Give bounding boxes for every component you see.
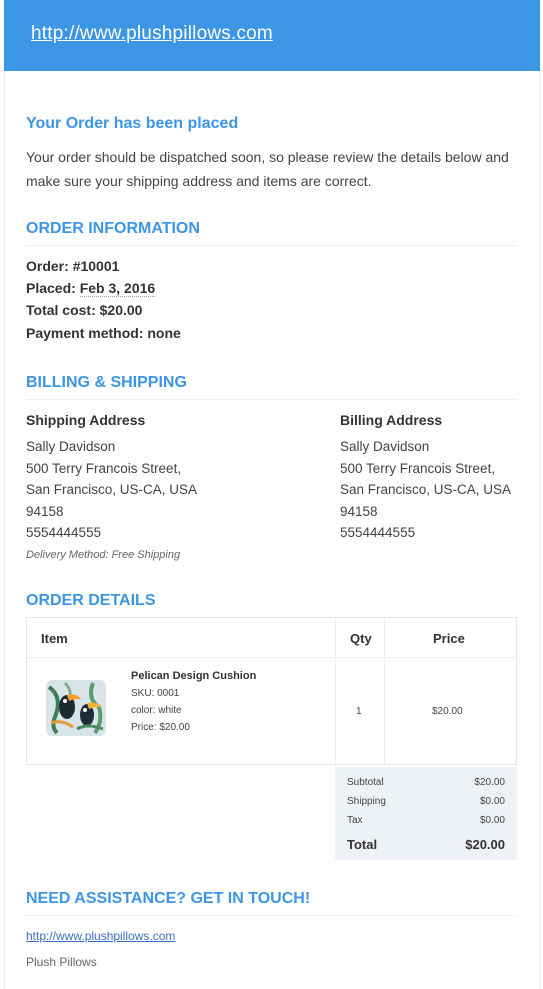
billing-address: Billing Address Sally Davidson 500 Terry… [340,410,511,544]
order-total-cost: Total cost: $20.00 [26,302,142,318]
column-header-price: Price [433,631,465,646]
grand-total-value: $20.00 [465,837,505,852]
section-divider [26,399,517,400]
billing-address-line: 500 Terry Francois Street, [340,460,496,476]
product-name[interactable]: Pelican Design Cushion [131,670,256,682]
order-number-label: Order: [26,258,69,274]
email-header: http://www.plushpillows.com [4,0,540,71]
delivery-method: Delivery Method: Free Shipping [26,549,181,561]
header-divider [27,657,516,658]
product-unit-price: Price: $20.00 [131,722,190,733]
product-sku: SKU: 0001 [131,688,180,699]
header-site-link[interactable]: http://www.plushpillows.com [31,23,273,45]
order-information-heading: ORDER INFORMATION [26,220,200,237]
shipping-address-line: 500 Terry Francois Street, [26,460,182,476]
column-header-qty: Qty [350,631,372,646]
order-number: Order: #10001 [26,258,119,274]
shipping-address-line: Sally Davidson [26,439,116,454]
section-divider [26,915,517,916]
pelican-cushion-image[interactable] [43,677,109,739]
column-divider [384,618,385,764]
order-placed-title: Your Order has been placed [26,115,239,132]
payment-method: Payment method: none [26,325,181,341]
placed-label: Placed: [26,280,76,296]
footer-site-link[interactable]: http://www.plushpillows.com [26,929,175,943]
subtotal-value: $20.00 [474,777,505,788]
total-cost-value: $20.00 [99,302,143,318]
billing-address-line: Sally Davidson [340,439,430,454]
grand-total-label: Total [347,837,378,852]
payment-method-value: none [147,325,181,341]
billing-address-title: Billing Address [340,412,443,428]
billing-address-line: San Francisco, US-CA, USA [340,482,512,497]
shipping-address-title: Shipping Address [26,412,146,428]
order-totals-box: Subtotal $20.00 Shipping $0.00 Tax $0.00… [335,767,517,860]
billing-shipping-heading: BILLING & SHIPPING [26,374,187,391]
intro-message: Your order should be dispatched soon, so… [26,149,509,189]
tax-label: Tax [347,815,363,826]
billing-address-line: 5554444555 [340,525,416,540]
shipping-label: Shipping [347,796,386,807]
company-name: Plush Pillows [26,955,97,969]
tax-value: $0.00 [479,815,505,826]
shipping-address-line: San Francisco, US-CA, USA [26,482,198,497]
subtotal-label: Subtotal [347,777,384,788]
shipping-address: Shipping Address Sally Davidson 500 Terr… [26,410,197,544]
shipping-value: $0.00 [479,796,505,807]
column-header-item: Item [41,631,68,646]
order-details-heading: ORDER DETAILS [26,592,156,609]
shipping-address-line: 94158 [26,503,64,519]
section-divider [26,245,517,246]
billing-address-line: 94158 [340,503,378,519]
product-color: color: white [131,705,182,716]
payment-method-label: Payment method: [26,325,144,341]
total-cost-label: Total cost: [26,302,96,318]
item-price: $20.00 [432,706,463,717]
order-number-value: #10001 [72,258,120,274]
assistance-heading: NEED ASSISTANCE? GET IN TOUCH! [26,890,311,907]
shipping-address-line: 5554444555 [26,525,102,540]
order-items-table: Item Qty Price Pelican Design Cushion SK… [26,617,517,765]
placed-value: Feb 3, 2016 [79,280,156,297]
item-quantity: 1 [356,706,362,717]
order-placed-date: Placed: Feb 3, 2016 [26,280,156,297]
column-divider [335,618,336,764]
